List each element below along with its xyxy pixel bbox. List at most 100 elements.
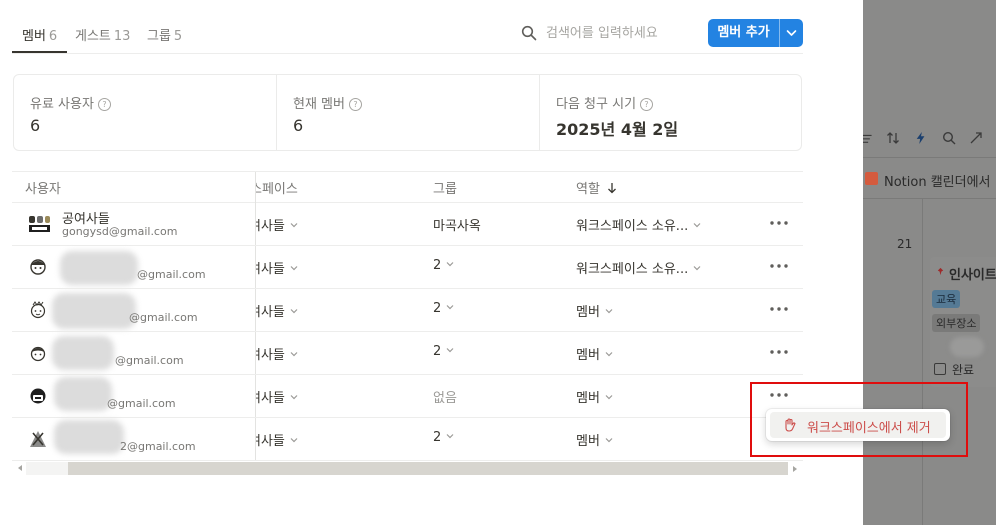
scroll-right-arrow[interactable]	[791, 465, 799, 473]
search-icon[interactable]	[521, 25, 537, 41]
role-value: 워크스페이스 소유...	[576, 219, 689, 234]
role-dropdown[interactable]: 워크스페이스 소유...	[576, 215, 702, 234]
user-email: 2@gmail.com	[120, 440, 196, 453]
search-icon	[942, 131, 956, 145]
role-value: 워크스페이스 소유...	[576, 262, 689, 277]
user-email: @gmail.com	[137, 268, 206, 281]
role-dropdown[interactable]: 멤버	[576, 301, 614, 320]
chevron-down-icon	[693, 223, 701, 228]
workspace-value: 여사들	[256, 348, 285, 363]
scroll-left-arrow[interactable]	[16, 464, 24, 472]
column-header-workspace[interactable]: 스페이스	[256, 178, 316, 197]
workspace-dropdown[interactable]: 여사들	[256, 215, 316, 234]
groups-dropdown[interactable]: 2	[433, 430, 455, 445]
help-icon[interactable]: ?	[640, 98, 654, 111]
chevron-down-icon	[290, 352, 298, 357]
pin-icon	[937, 267, 944, 276]
role-value: 멤버	[576, 434, 600, 449]
workspace-value: 여사들	[256, 219, 285, 234]
row-divider	[12, 288, 803, 289]
tab-guests[interactable]: 게스트 13	[75, 25, 130, 44]
more-options-icon[interactable]	[768, 346, 790, 358]
row-divider	[12, 374, 803, 375]
help-icon[interactable]: ?	[348, 98, 362, 111]
workspace-dropdown[interactable]: 여사들	[256, 387, 316, 406]
workspace-value: 여사들	[256, 434, 285, 449]
stat-paid-users-label: 유료 사용자	[30, 97, 94, 112]
column-header-groups[interactable]: 그룹	[433, 178, 457, 197]
more-options-icon[interactable]	[768, 260, 790, 272]
groups-value: 2	[433, 258, 442, 273]
chevron-down-icon	[290, 266, 298, 271]
search-input[interactable]	[546, 21, 696, 45]
expand-icon	[970, 132, 982, 144]
more-options-icon[interactable]	[768, 303, 790, 315]
view-divider	[863, 157, 996, 158]
stat-next-billing: 다음 청구 시기? 2025년 4월 2일	[540, 75, 802, 150]
tab-groups-count: 5	[173, 29, 183, 44]
add-member-button-label: 멤버 추가	[717, 25, 770, 40]
tag-external: 외부장소	[932, 314, 981, 332]
stat-next-billing-label: 다음 청구 시기	[556, 97, 637, 112]
redacted-person	[950, 337, 984, 357]
column-header-user[interactable]: 사용자	[25, 178, 61, 197]
groups-value[interactable]: 없음	[433, 387, 457, 406]
row-divider	[12, 460, 803, 461]
redacted-name	[52, 293, 136, 329]
user-email: gongysd@gmail.com	[62, 225, 178, 238]
redacted-name	[54, 420, 124, 454]
chevron-down-icon	[446, 348, 454, 353]
calendar-icon	[865, 172, 878, 185]
tab-groups[interactable]: 그룹 5	[147, 25, 182, 44]
avatar	[30, 431, 46, 447]
groups-value: 2	[433, 344, 442, 359]
help-icon[interactable]: ?	[97, 98, 111, 111]
role-dropdown[interactable]: 멤버	[576, 344, 614, 363]
role-dropdown[interactable]: 멤버	[576, 387, 614, 406]
role-value: 멤버	[576, 305, 600, 320]
calendar-column-divider	[922, 198, 923, 525]
avatar	[29, 216, 50, 232]
user-email: @gmail.com	[115, 354, 184, 367]
avatar	[30, 346, 46, 362]
chevron-down-icon	[446, 305, 454, 310]
workspace-dropdown[interactable]: 여사들	[256, 344, 316, 363]
avatar	[30, 388, 46, 404]
chevron-down-icon	[446, 434, 454, 439]
user-email: @gmail.com	[129, 311, 198, 324]
column-header-role[interactable]: 역할	[576, 178, 617, 197]
stat-current-members: 현재 멤버? 6	[277, 75, 539, 150]
workspace-value: 여사들	[256, 305, 285, 320]
tag-education: 교육	[932, 290, 961, 308]
horizontal-scrollbar-thumb[interactable]	[68, 462, 788, 475]
workspace-value: 여사들	[256, 262, 285, 277]
user-email: @gmail.com	[107, 397, 176, 410]
tab-members[interactable]: 멤버 6	[22, 25, 57, 44]
groups-value: 2	[433, 430, 442, 445]
add-member-button[interactable]: 멤버 추가	[708, 19, 803, 47]
tab-members-count: 6	[48, 29, 58, 44]
groups-value[interactable]: 마곡사옥	[433, 215, 481, 234]
chevron-down-icon[interactable]	[780, 19, 803, 47]
role-dropdown[interactable]: 멤버	[576, 430, 614, 449]
workspace-dropdown[interactable]: 여사들	[256, 258, 316, 277]
groups-dropdown[interactable]: 2	[433, 258, 455, 273]
tab-guests-label: 게스트	[75, 29, 111, 44]
stat-paid-users: 유료 사용자? 6	[14, 75, 276, 150]
role-dropdown[interactable]: 워크스페이스 소유...	[576, 258, 702, 277]
workspace-dropdown[interactable]: 여사들	[256, 430, 316, 449]
tabs-divider	[12, 53, 803, 54]
chevron-down-icon	[605, 438, 613, 443]
calendar-divider	[863, 198, 996, 199]
groups-dropdown[interactable]: 2	[433, 344, 455, 359]
workspace-dropdown[interactable]: 여사들	[256, 301, 316, 320]
stat-next-billing-value: 2025년 4월 2일	[556, 120, 679, 139]
more-options-icon[interactable]	[768, 217, 790, 229]
groups-dropdown[interactable]: 2	[433, 301, 455, 316]
lightning-icon	[916, 132, 925, 144]
chevron-down-icon	[290, 395, 298, 400]
sort-descending-icon[interactable]	[607, 182, 617, 194]
checkbox-label: 완료	[952, 363, 975, 377]
workspace-value: 여사들	[256, 391, 285, 406]
table-top-border	[12, 171, 803, 172]
